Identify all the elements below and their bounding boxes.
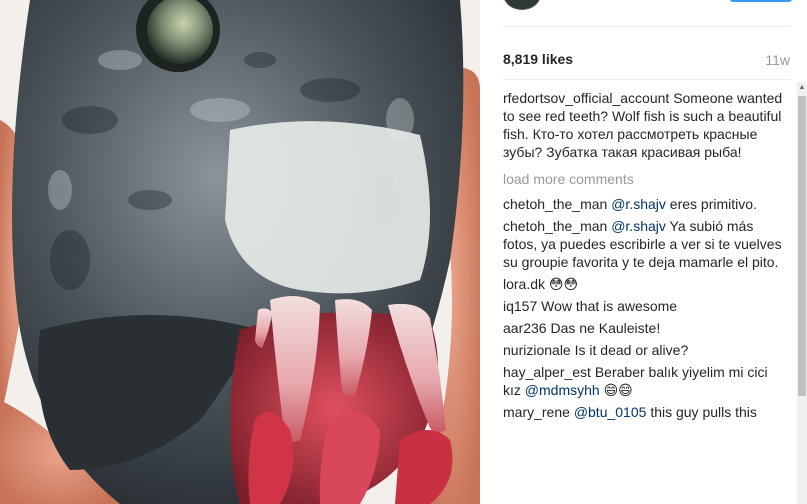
likes-count[interactable]: 8,819 likes [503,51,573,67]
comment-item: mary_rene @btu_0105 this guy pulls this [503,403,788,421]
comment-username[interactable]: hay_alper_est [503,364,591,380]
comment-text: eres primitivo. [669,196,757,212]
comment-username[interactable]: mary_rene [503,404,570,420]
comment-text: 😳😳 [548,276,579,292]
comment-mention[interactable]: @r.shajv [611,196,666,212]
comment-username[interactable]: chetoh_the_man [503,218,607,234]
wolffish-photo [0,0,480,504]
comment-item: chetoh_the_man @r.shajv Ya subió más fot… [503,217,788,271]
comment-text: Das ne Kauleiste! [550,320,661,336]
likes-divider [503,79,791,80]
comment-mention[interactable]: @r.shajv [611,218,666,234]
load-more-comments-link[interactable]: load more comments [503,170,788,188]
comment-username[interactable]: chetoh_the_man [503,196,607,212]
comment-text: this guy pulls this [650,404,757,420]
scrollbar-thumb[interactable] [798,96,806,396]
comment-username[interactable]: iq157 [503,298,537,314]
comment-text: Is it dead or alive? [574,342,689,358]
comment-item: aar236 Das ne Kauleiste! [503,319,788,337]
comment-item: nurizionale Is it dead or alive? [503,341,788,359]
scroll-up-arrow-icon[interactable]: ▲ [797,82,807,94]
comment-username[interactable]: aar236 [503,320,547,336]
comment-text-after: 😄😄 [603,382,633,398]
post-sidebar: 8,819 likes 11w rfedortsov_official_acco… [480,0,807,504]
comment-username[interactable]: nurizionale [503,342,571,358]
comment-item: lora.dk 😳😳 [503,275,788,293]
comment-item: iq157 Wow that is awesome [503,297,788,315]
post-photo[interactable] [0,0,480,504]
comment-mention[interactable]: @mdmsyhh [525,382,600,398]
comment-mention[interactable]: @btu_0105 [574,404,647,420]
comment-text: Wow that is awesome [541,298,678,314]
comment-item: hay_alper_est Beraber balık yiyelim mi c… [503,363,788,399]
header-divider [503,26,791,27]
comment-item: chetoh_the_man @r.shajv eres primitivo. [503,195,788,213]
post-time[interactable]: 11w [765,52,790,68]
avatar[interactable] [503,0,541,10]
comments-scrollbar[interactable]: ▲ [797,82,807,504]
comment-username[interactable]: lora.dk [503,276,545,292]
follow-button[interactable] [730,0,792,2]
comments-list: rfedortsov_official_account Someone want… [503,89,788,425]
post-caption: rfedortsov_official_account Someone want… [503,89,788,161]
caption-username[interactable]: rfedortsov_official_account [503,90,669,106]
